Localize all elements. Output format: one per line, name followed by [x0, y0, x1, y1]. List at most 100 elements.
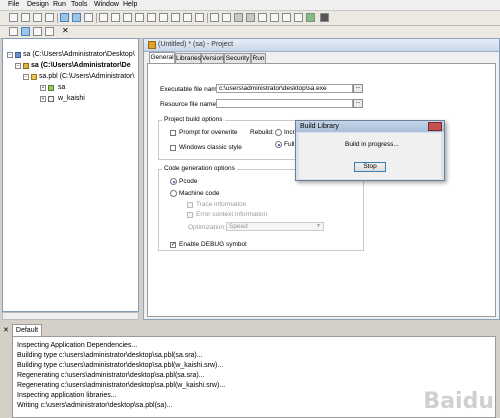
- deploy-project-icon[interactable]: [33, 27, 42, 36]
- pcode-radio[interactable]: [170, 178, 177, 185]
- browser-icon[interactable]: [270, 13, 279, 22]
- window-object-icon: [48, 96, 54, 102]
- menu-bar: File Design Run Tools Window Help: [0, 0, 500, 11]
- trace-info-checkbox[interactable]: [187, 202, 193, 208]
- menu-help[interactable]: Help: [123, 1, 137, 8]
- library-icon: [31, 74, 37, 80]
- save-icon[interactable]: [9, 27, 18, 36]
- debug-icon[interactable]: [246, 13, 255, 22]
- output-line: Writing c:\users\administrator\desktop\s…: [17, 402, 173, 409]
- inherit-icon[interactable]: [21, 13, 30, 22]
- menu-file[interactable]: File: [8, 1, 19, 8]
- output-line: Inspecting application libraries...: [17, 392, 117, 399]
- output-tab-default[interactable]: Default: [12, 324, 42, 336]
- open-icon[interactable]: [33, 13, 42, 22]
- rebuild-full-radio[interactable]: [275, 141, 282, 148]
- build-options-title: Project build options: [162, 116, 225, 123]
- rebuild-label: Rebuild:: [250, 129, 274, 136]
- user-object-icon[interactable]: [159, 13, 168, 22]
- prompt-overwrite-label: Prompt for overwrite: [179, 129, 238, 136]
- menu-object-icon[interactable]: [123, 13, 132, 22]
- menu-run[interactable]: Run: [53, 1, 66, 8]
- resource-browse-button[interactable]: ...: [353, 99, 363, 108]
- output-line: Regenerating c:\users\administrator\desk…: [17, 382, 226, 389]
- datawindow-icon[interactable]: [111, 13, 120, 22]
- query-icon[interactable]: [171, 13, 180, 22]
- output-close-icon[interactable]: ✕: [3, 326, 9, 334]
- rebuild-incremental-radio[interactable]: [275, 129, 282, 136]
- project-icon[interactable]: [195, 13, 204, 22]
- trace-info-label: Trace information: [196, 201, 247, 208]
- error-context-checkbox[interactable]: [187, 212, 193, 218]
- help-icon[interactable]: [294, 13, 303, 22]
- rebuild-full-label: Full: [284, 141, 295, 148]
- dialog-message: Build in progress...: [345, 141, 399, 148]
- stop-button[interactable]: Stop: [354, 162, 386, 172]
- tree-library[interactable]: sa.pbl (C:\Users\Administrator\: [39, 73, 134, 80]
- tree-item-w-kaishi[interactable]: w_kaishi: [58, 95, 85, 102]
- workspace-icon: [15, 52, 21, 58]
- general-tab-page: Executable file name: c:\users\administr…: [147, 63, 496, 317]
- tree-target[interactable]: sa (C:\Users\Administrator\De: [31, 62, 131, 69]
- pipeline-icon[interactable]: [183, 13, 192, 22]
- build-icon[interactable]: [21, 27, 30, 36]
- run-icon[interactable]: [45, 13, 54, 22]
- tree-horizontal-scrollbar[interactable]: [2, 312, 139, 320]
- system-tree-icon[interactable]: [60, 13, 69, 22]
- tab-version[interactable]: Version: [201, 53, 224, 63]
- database-icon[interactable]: [222, 13, 231, 22]
- expand-icon[interactable]: +: [40, 85, 46, 91]
- output-icon[interactable]: [72, 13, 81, 22]
- classic-style-checkbox[interactable]: [170, 145, 176, 151]
- exit-icon[interactable]: [320, 13, 329, 22]
- exe-label: Executable file name:: [160, 86, 223, 93]
- resource-field[interactable]: [216, 99, 353, 108]
- pcode-label: Pcode: [179, 178, 198, 185]
- project-title-bar: (Untitled) * (sa) - Project: [144, 39, 499, 52]
- window-icon[interactable]: [99, 13, 108, 22]
- tab-libraries[interactable]: Libraries: [175, 53, 201, 63]
- exe-browse-button[interactable]: ...: [353, 84, 363, 93]
- dialog-title: Build Library: [296, 121, 444, 132]
- deploy-icon[interactable]: [306, 13, 315, 22]
- todo-icon[interactable]: [84, 13, 93, 22]
- tab-run[interactable]: Run: [251, 53, 266, 63]
- collapse-icon[interactable]: −: [15, 63, 21, 69]
- debug-symbol-label: Enable DEBUG symbol: [179, 241, 247, 248]
- library-icon[interactable]: [210, 13, 219, 22]
- codegen-title: Code generation options: [162, 165, 237, 172]
- application-icon: [48, 85, 54, 91]
- expand-icon[interactable]: +: [40, 96, 46, 102]
- collapse-icon[interactable]: −: [23, 74, 29, 80]
- function-icon[interactable]: [147, 13, 156, 22]
- collapse-icon[interactable]: −: [7, 52, 13, 58]
- close-painter-icon[interactable]: ✕: [62, 26, 69, 35]
- tools-icon[interactable]: [282, 13, 291, 22]
- output-line: Regenerating c:\users\administrator\desk…: [17, 372, 205, 379]
- output-line: Building type c:\users\administrator\des…: [17, 362, 224, 369]
- menu-tools[interactable]: Tools: [71, 1, 87, 8]
- debug-symbol-checkbox[interactable]: ✓: [170, 242, 176, 248]
- db-profile-icon[interactable]: [234, 13, 243, 22]
- optimization-select[interactable]: Speed: [226, 222, 324, 231]
- prompt-overwrite-checkbox[interactable]: [170, 130, 176, 136]
- tab-security[interactable]: Security: [224, 53, 251, 63]
- resource-label: Resource file name:: [160, 101, 218, 108]
- properties-icon[interactable]: [45, 27, 54, 36]
- toolbar-main: [0, 11, 500, 26]
- project-icon: [148, 41, 156, 49]
- structure-icon[interactable]: [135, 13, 144, 22]
- menu-window[interactable]: Window: [94, 1, 119, 8]
- new-icon[interactable]: [9, 13, 18, 22]
- exe-field[interactable]: c:\users\administrator\desktop\sa.exe: [216, 84, 353, 93]
- dialog-close-icon[interactable]: [428, 122, 442, 131]
- tree-item-sa[interactable]: sa: [58, 84, 65, 91]
- menu-design[interactable]: Design: [27, 1, 49, 8]
- classic-style-label: Windows classic style: [179, 144, 242, 151]
- dialog-body: Build in progress... Stop: [299, 133, 441, 179]
- machine-code-radio[interactable]: [170, 190, 177, 197]
- source-control-icon[interactable]: [258, 13, 267, 22]
- system-tree: − sa (C:\Users\Administrator\Desktop\ − …: [2, 38, 139, 312]
- tree-workspace[interactable]: sa (C:\Users\Administrator\Desktop\: [23, 51, 135, 58]
- watermark-logo: Baidu: [423, 389, 494, 414]
